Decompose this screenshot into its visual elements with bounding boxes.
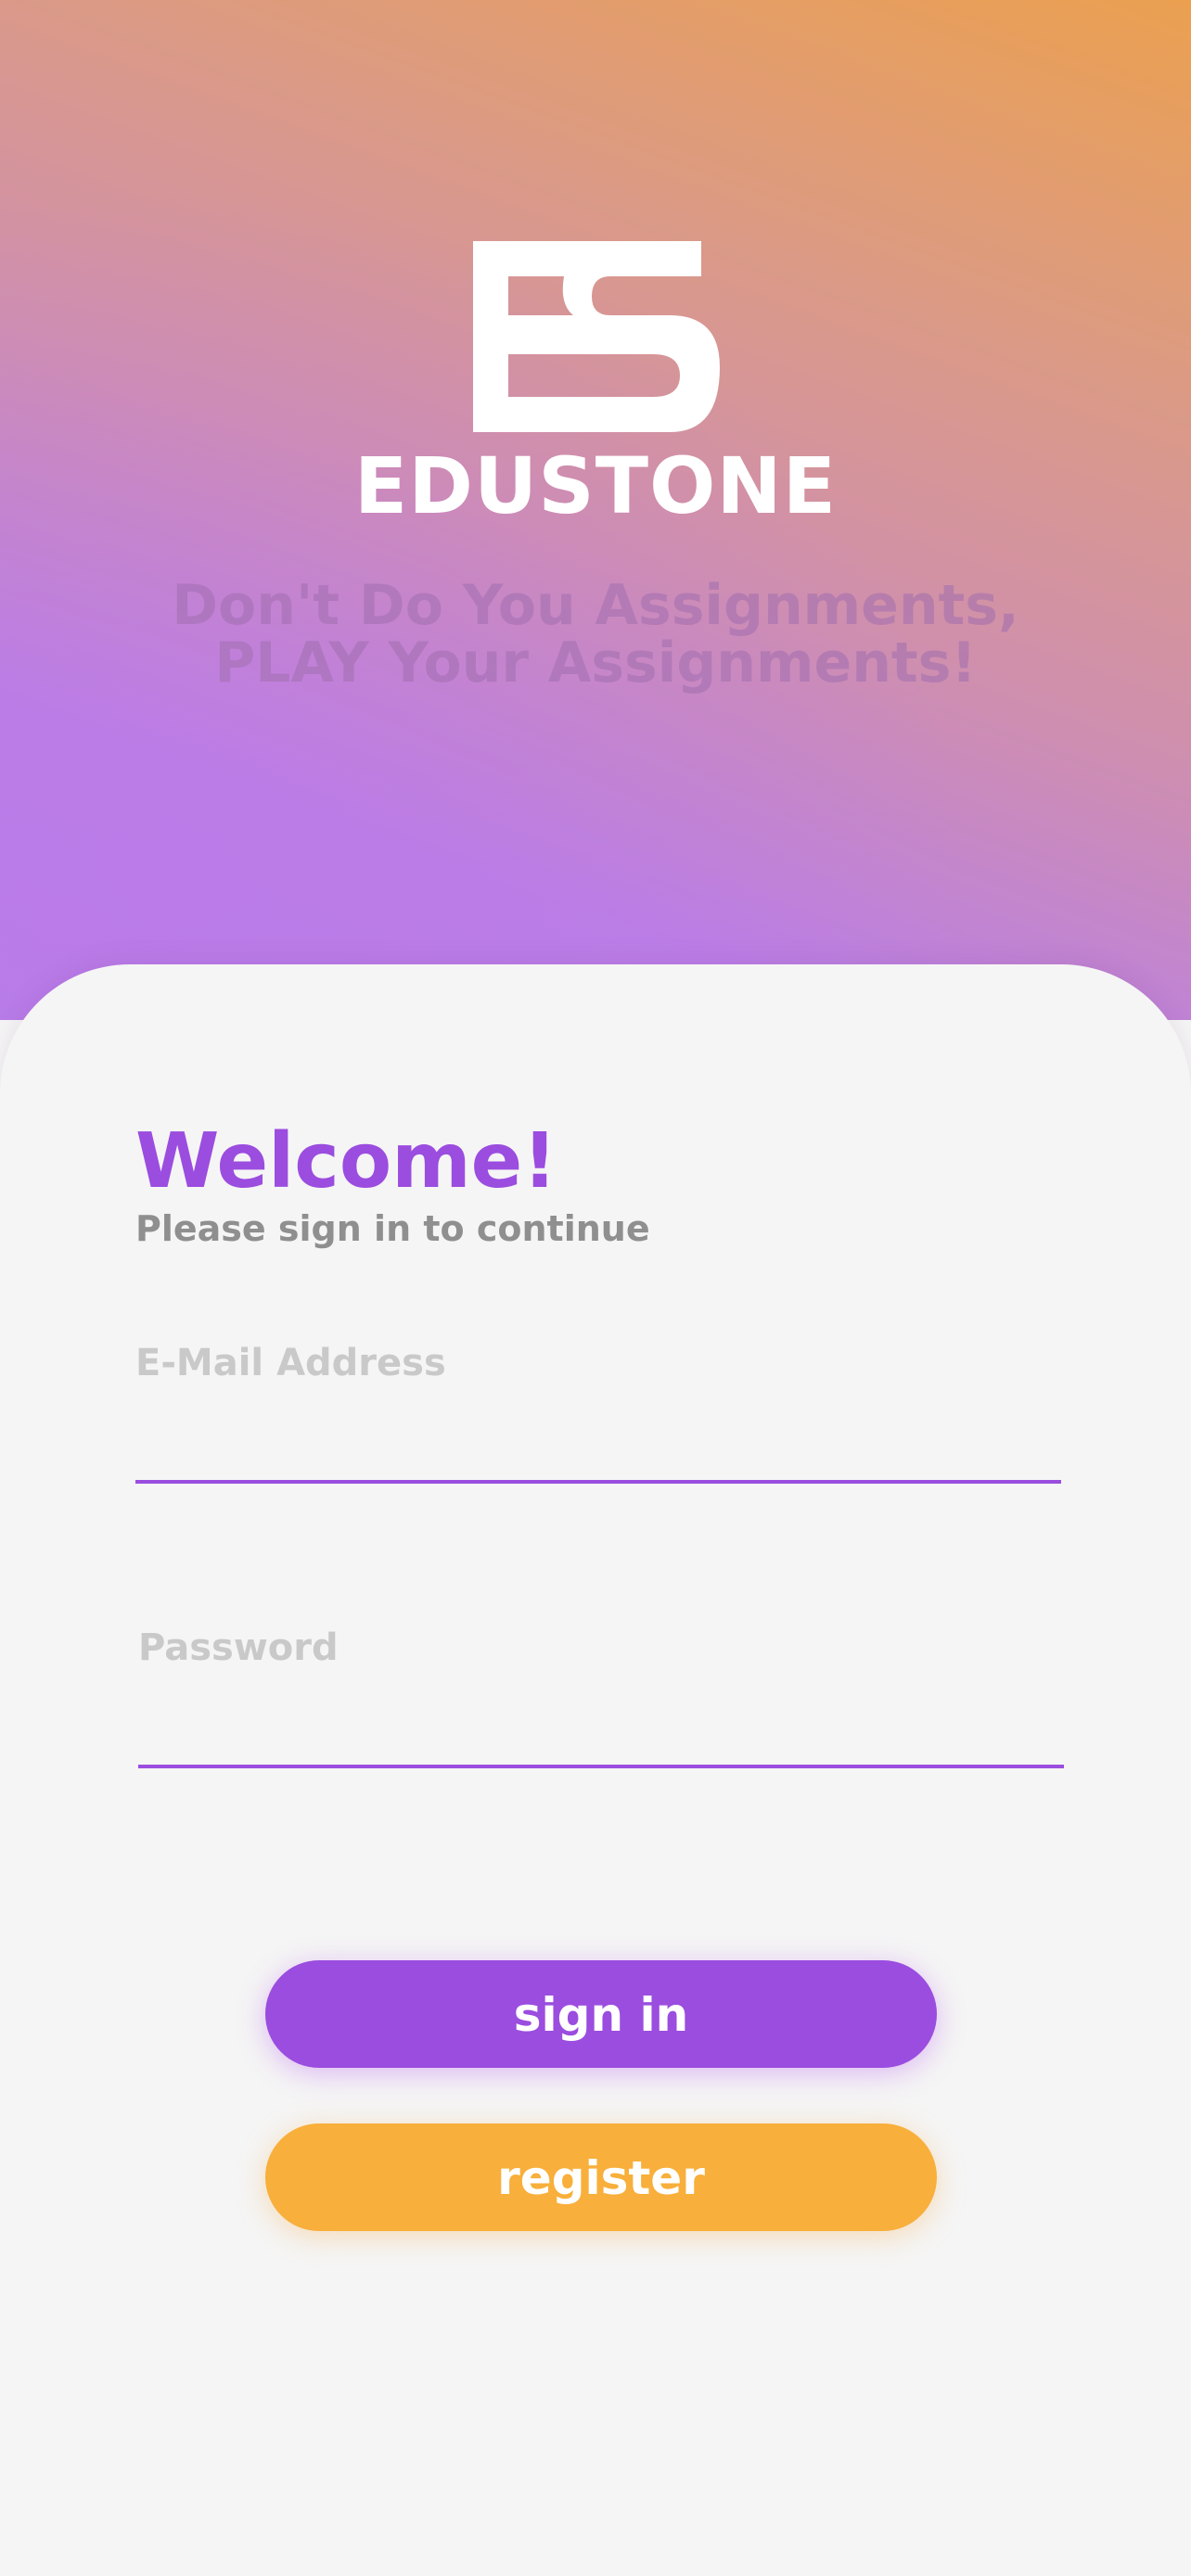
tagline-line-2: PLAY Your Assignments! xyxy=(214,631,977,695)
login-card xyxy=(0,964,1191,2576)
tagline: Don't Do You Assignments, PLAY Your Assi… xyxy=(0,577,1191,692)
welcome-heading: Welcome! xyxy=(135,1117,557,1205)
email-field[interactable]: E-Mail Address xyxy=(135,1345,1061,1484)
email-input[interactable] xyxy=(135,1345,1061,1484)
sign-in-button[interactable]: sign in xyxy=(265,1960,937,2068)
edustone-logo-icon xyxy=(473,241,720,432)
email-field-underline xyxy=(135,1480,1061,1484)
password-input[interactable] xyxy=(138,1629,1064,1768)
password-field[interactable]: Password xyxy=(138,1629,1064,1768)
signin-subtitle: Please sign in to continue xyxy=(135,1208,650,1249)
brand-name: EDUSTONE xyxy=(353,440,838,531)
tagline-line-1: Don't Do You Assignments, xyxy=(172,573,1019,638)
register-button[interactable]: register xyxy=(265,2123,937,2231)
hero-header: EDUSTONE Don't Do You Assignments, PLAY … xyxy=(0,0,1191,1020)
password-field-underline xyxy=(138,1765,1064,1768)
